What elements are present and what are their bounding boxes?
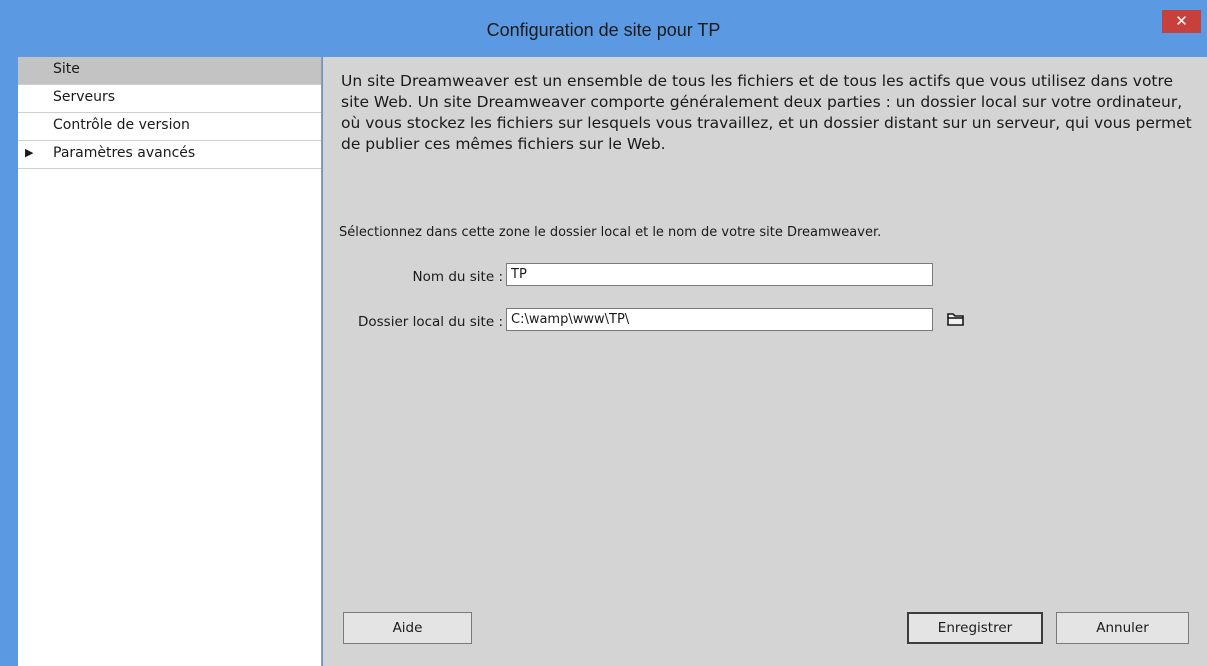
intro-text: Un site Dreamweaver est un ensemble de t…: [341, 72, 1192, 153]
expand-arrow-icon[interactable]: ▶: [25, 146, 33, 159]
sidebar-item-site[interactable]: Site: [18, 57, 321, 85]
sidebar-item-label: Serveurs: [53, 89, 116, 105]
category-sidebar: Site Serveurs Contrôle de version ▶ Para…: [18, 57, 322, 666]
sidebar-item-label: Site: [53, 61, 80, 77]
folder-icon[interactable]: [947, 312, 965, 326]
site-name-input[interactable]: [506, 263, 933, 286]
sidebar-item-controle-de-version[interactable]: Contrôle de version: [18, 113, 321, 141]
sidebar-item-label: Paramètres avancés: [53, 145, 196, 161]
sidebar-item-label: Contrôle de version: [53, 117, 190, 133]
cancel-button[interactable]: Annuler: [1056, 612, 1189, 644]
close-icon: ✕: [1175, 12, 1188, 30]
save-button[interactable]: Enregistrer: [907, 612, 1043, 644]
sidebar-item-parametres-avances[interactable]: ▶ Paramètres avancés: [18, 141, 321, 169]
local-folder-label: Dossier local du site :: [357, 314, 503, 330]
close-button[interactable]: ✕: [1162, 10, 1201, 33]
site-name-label: Nom du site :: [412, 269, 503, 285]
title-bar: Configuration de site pour TP ✕: [0, 0, 1207, 57]
help-button[interactable]: Aide: [343, 612, 472, 644]
site-settings-panel: Un site Dreamweaver est un ensemble de t…: [323, 57, 1207, 666]
sidebar-item-serveurs[interactable]: Serveurs: [18, 85, 321, 113]
instruction-text: Sélectionnez dans cette zone le dossier …: [339, 225, 882, 240]
local-folder-input[interactable]: [506, 308, 933, 331]
window-title: Configuration de site pour TP: [486, 20, 721, 40]
